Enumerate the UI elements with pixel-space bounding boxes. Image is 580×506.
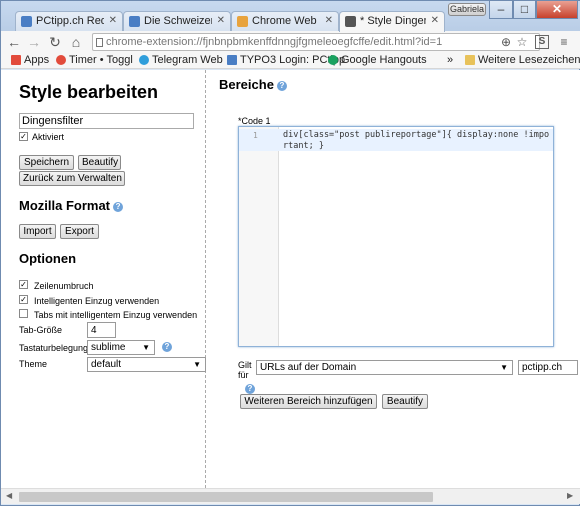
zoom-icon[interactable]: ⊕ xyxy=(499,35,513,49)
dropdown-caret-icon: ▼ xyxy=(500,363,508,372)
tab-pctipp-redaktion[interactable]: PCtipp.ch Redakt ✕ xyxy=(15,11,123,31)
help-icon[interactable]: ? xyxy=(276,80,287,91)
help-icon[interactable]: ? xyxy=(113,201,124,212)
back-to-manage-button[interactable]: Zurück zum Verwalten xyxy=(19,171,125,186)
tab-favicon-icon xyxy=(237,16,248,27)
page-icon xyxy=(96,38,103,47)
hangouts-icon xyxy=(328,55,338,65)
style-name-input[interactable] xyxy=(19,113,194,129)
bookmarks-overflow-button[interactable]: » xyxy=(447,54,453,66)
back-arrow-icon[interactable]: ← xyxy=(7,34,21,50)
address-bar[interactable]: chrome-extension://fjnbnpbmkenffdnngjfgm… xyxy=(92,33,540,51)
folder-icon xyxy=(465,55,475,65)
code-editor[interactable]: 1 div[class="post publireportage"]{ disp… xyxy=(238,126,554,347)
theme-select[interactable]: default ▼ xyxy=(87,357,206,372)
smart-indent-label: Intelligenten Einzug verwenden xyxy=(34,296,160,306)
scroll-left-icon[interactable]: ◀ xyxy=(6,491,12,500)
browser-toolbar: ← → ↻ ⌂ chrome-extension://fjnbnpbmkenff… xyxy=(1,31,580,53)
help-icon[interactable]: ? xyxy=(245,384,255,394)
tab-favicon-icon xyxy=(21,16,32,27)
apps-grid-icon xyxy=(11,55,21,65)
section-beautify-button[interactable]: Beautify xyxy=(382,394,428,409)
telegram-icon xyxy=(139,55,149,65)
tab-style-editor[interactable]: * Style Dingensfilter ✕ xyxy=(339,11,445,32)
dropdown-caret-icon: ▼ xyxy=(193,360,201,369)
keymap-select[interactable]: sublime ▼ xyxy=(87,340,155,355)
bookmark-telegram[interactable]: Telegram Web xyxy=(139,54,223,66)
close-tab-icon[interactable]: ✕ xyxy=(325,15,333,26)
tab-strip: PCtipp.ch Redakt ✕ Die Schweizer Pro ✕ C… xyxy=(1,1,580,32)
menu-icon[interactable]: ≡ xyxy=(557,35,571,49)
dropdown-caret-icon: ▼ xyxy=(142,343,150,352)
sections-panel: Bereiche? *Code 1 1 div[class="post publ… xyxy=(208,70,580,488)
minimize-button[interactable]: – xyxy=(489,1,513,19)
line-wrap-checkbox[interactable]: ✓ xyxy=(19,280,28,289)
smart-indent-checkbox[interactable]: ✓ xyxy=(19,295,28,304)
stylish-extension-icon[interactable]: S xyxy=(535,35,549,49)
add-section-button[interactable]: Weiteren Bereich hinzufügen xyxy=(240,394,377,409)
beautify-button[interactable]: Beautify xyxy=(78,155,121,170)
applies-to-label: Gilt für xyxy=(238,360,252,380)
code-text[interactable]: div[class="post publireportage"]{ displa… xyxy=(283,130,551,152)
sections-heading: Bereiche? xyxy=(219,77,287,92)
tab-schweizer[interactable]: Die Schweizer Pro ✕ xyxy=(123,11,231,31)
keymap-label: Tastaturbelegung xyxy=(19,343,89,353)
close-window-button[interactable]: ✕ xyxy=(536,1,578,19)
bookmark-apps[interactable]: Apps xyxy=(11,54,49,66)
close-tab-icon[interactable]: ✕ xyxy=(431,15,439,26)
code-section-label: *Code 1 xyxy=(238,116,271,126)
export-button[interactable]: Export xyxy=(60,224,99,239)
line-wrap-label: Zeilenumbruch xyxy=(34,281,94,291)
tab-chrome-web-store[interactable]: Chrome Web Store ✕ xyxy=(231,11,339,31)
other-bookmarks[interactable]: Weitere Lesezeichen xyxy=(465,54,580,66)
import-button[interactable]: Import xyxy=(19,224,56,239)
line-gutter xyxy=(239,127,279,346)
tab-favicon-icon xyxy=(345,16,356,27)
tab-favicon-icon xyxy=(129,16,140,27)
home-icon[interactable]: ⌂ xyxy=(69,34,83,50)
enabled-checkbox[interactable]: ✓ xyxy=(19,132,28,141)
address-url: chrome-extension://fjnbnpbmkenffdnngjfgm… xyxy=(106,36,443,48)
theme-label: Theme xyxy=(19,359,48,369)
browser-window: PCtipp.ch Redakt ✕ Die Schweizer Pro ✕ C… xyxy=(0,0,580,506)
sidebar: Style bearbeiten ✓ Aktiviert Speichern B… xyxy=(1,70,206,488)
tabs-smart-indent-checkbox[interactable] xyxy=(19,309,28,318)
maximize-button[interactable]: □ xyxy=(513,1,536,19)
applies-value-input[interactable] xyxy=(518,360,578,375)
mozilla-format-heading: Mozilla Format? xyxy=(19,198,124,213)
tab-size-input[interactable] xyxy=(87,322,116,338)
user-profile-badge[interactable]: Gabriela xyxy=(448,3,486,16)
close-tab-icon[interactable]: ✕ xyxy=(217,15,225,26)
applies-type-select[interactable]: URLs auf der Domain ▼ xyxy=(256,360,513,375)
page-title: Style bearbeiten xyxy=(19,82,159,102)
typo3-icon xyxy=(227,55,237,65)
help-icon[interactable]: ? xyxy=(162,342,172,352)
tabs-smart-indent-label: Tabs mit intelligentem Einzug verwenden xyxy=(34,310,198,320)
scrollbar-thumb[interactable] xyxy=(19,492,433,502)
enabled-label: Aktiviert xyxy=(32,132,65,142)
save-button[interactable]: Speichern xyxy=(19,155,74,170)
toggl-icon xyxy=(56,55,66,65)
bookmark-hangouts[interactable]: Google Hangouts xyxy=(328,54,427,66)
bookmark-toggl[interactable]: Timer • Toggl xyxy=(56,54,133,66)
line-number: 1 xyxy=(253,131,258,140)
close-tab-icon[interactable]: ✕ xyxy=(109,15,117,26)
forward-arrow-icon[interactable]: → xyxy=(27,34,41,50)
editor-page: Style bearbeiten ✓ Aktiviert Speichern B… xyxy=(1,70,580,488)
tab-size-label: Tab-Größe xyxy=(19,325,63,335)
bookmark-star-icon[interactable]: ☆ xyxy=(515,35,529,49)
reload-icon[interactable]: ↻ xyxy=(48,34,62,50)
horizontal-scrollbar[interactable]: ◀ ▶ xyxy=(1,488,580,504)
bookmarks-bar: Apps Timer • Toggl Telegram Web TYPO3 Lo… xyxy=(1,53,580,69)
options-heading: Optionen xyxy=(19,251,77,266)
scroll-right-icon[interactable]: ▶ xyxy=(567,491,573,500)
